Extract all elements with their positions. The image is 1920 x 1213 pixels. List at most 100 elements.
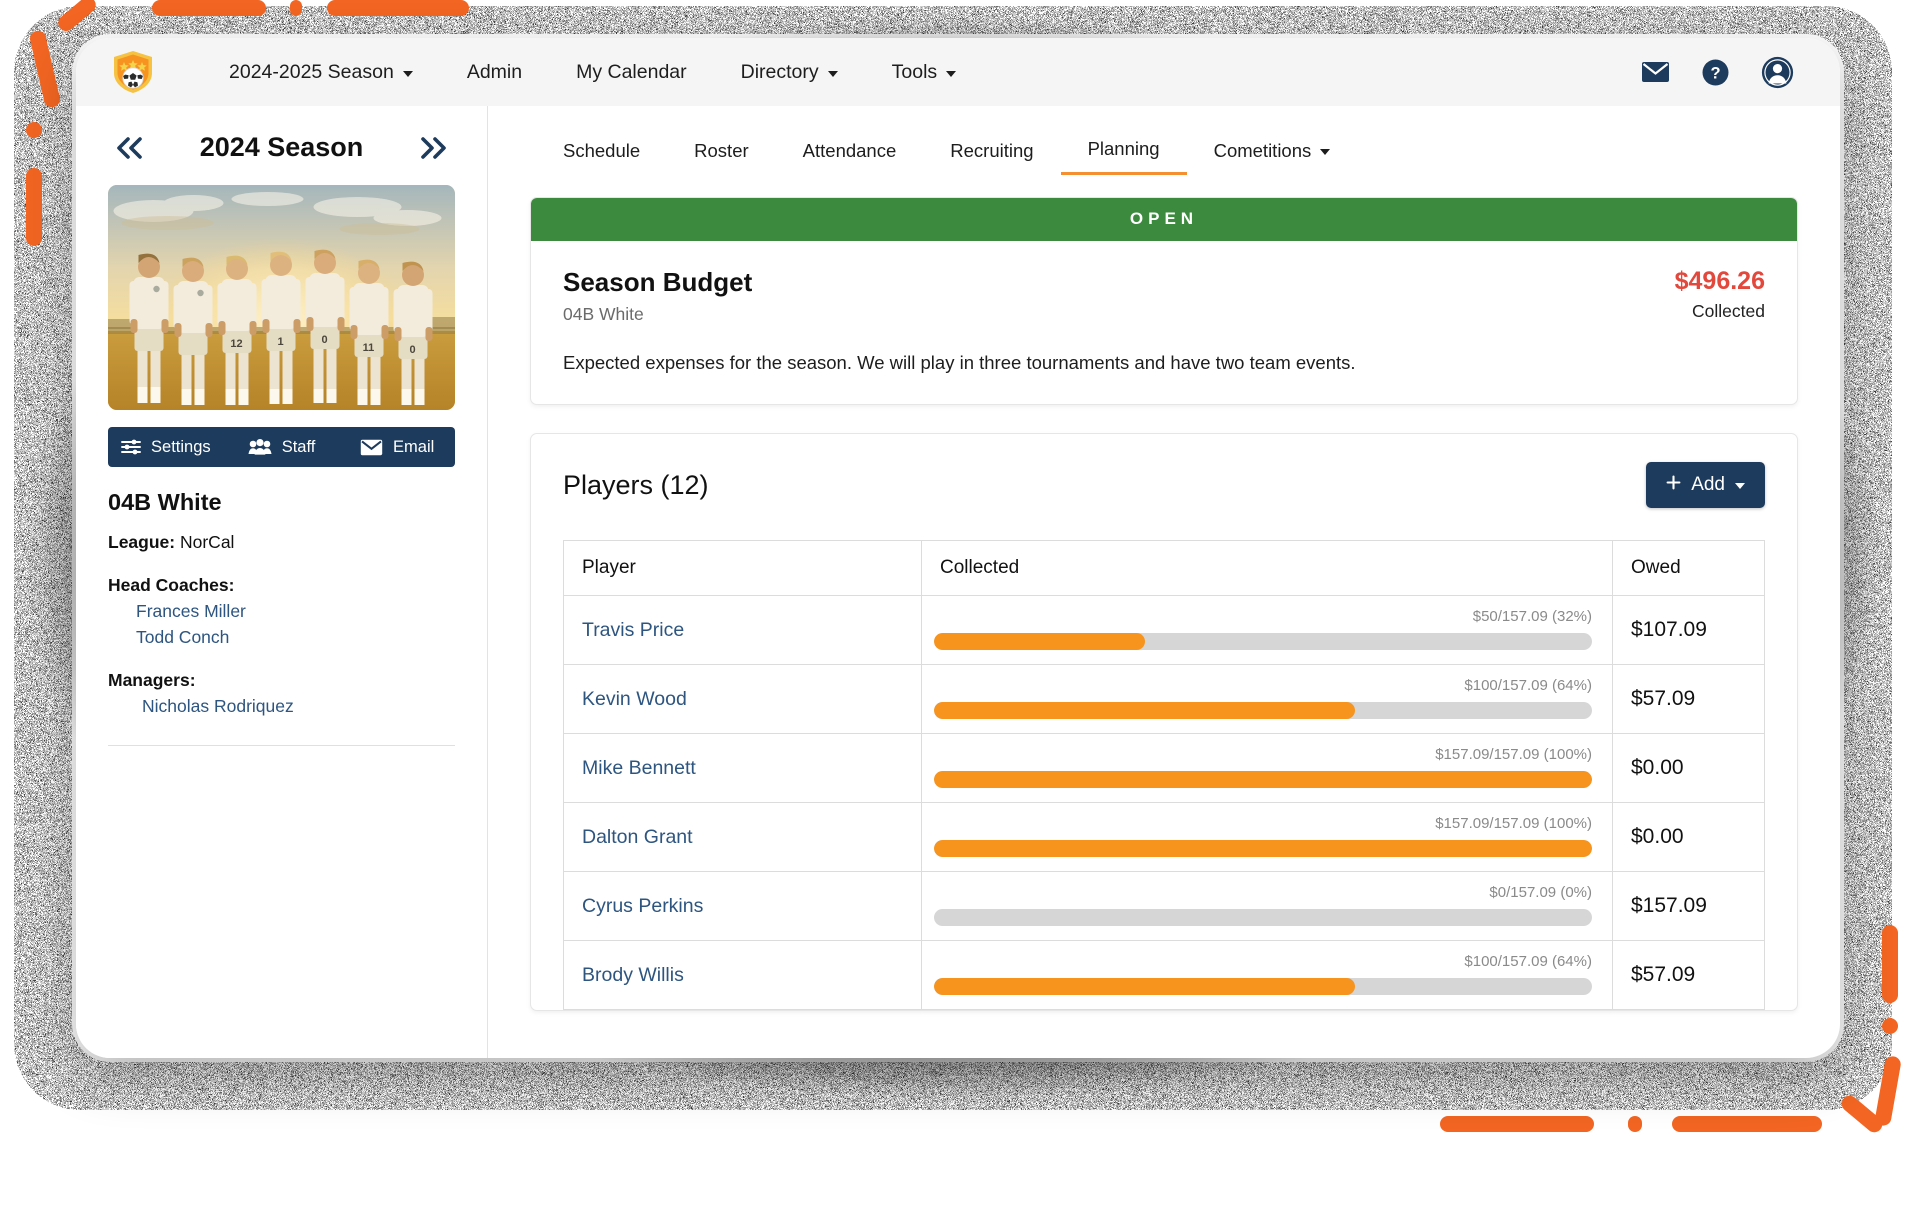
budget-amount-label: Collected [1692, 301, 1765, 321]
tab-planning[interactable]: Planning [1060, 128, 1187, 175]
progress-bar [934, 771, 1592, 788]
owed-amount: $0.00 [1631, 825, 1684, 848]
progress-label: $100/157.09 (64%) [1464, 953, 1592, 970]
plus-icon [1666, 474, 1681, 496]
cell-collected: $157.09/157.09 (100%) [921, 733, 1613, 803]
player-link[interactable]: Travis Price [582, 619, 684, 641]
progress-bar-fill [934, 771, 1592, 788]
cell-player: Mike Bennett [563, 733, 922, 803]
budget-subtitle: 04B White [563, 304, 644, 324]
chevron-down-icon [946, 70, 957, 77]
sidebar: 2024 Season 12 1 0 11 0 Settings Staff E… [76, 106, 488, 1058]
table-row: Kevin Wood $100/157.09 (64%) $57.09 [563, 664, 1765, 734]
progress-label: $50/157.09 (32%) [1472, 608, 1592, 625]
league-value: NorCal [179, 532, 235, 552]
nav-item-label: 2024-2025 Season [229, 60, 394, 83]
owed-amount: $0.00 [1631, 756, 1684, 779]
players-table: Player Collected Owed Travis Price $50/15… [563, 540, 1765, 1010]
cell-player: Brody Willis [563, 940, 922, 1010]
settings-button[interactable]: Settings [108, 427, 224, 467]
season-header: 2024 Season [108, 128, 455, 163]
tab-schedule[interactable]: Schedule [536, 130, 667, 174]
svg-text:?: ? [1710, 64, 1720, 82]
table-row: Dalton Grant $157.09/157.09 (100%) $0.00 [563, 802, 1765, 872]
progress-bar-fill [934, 840, 1592, 857]
cell-player: Kevin Wood [563, 664, 922, 734]
head-coach-link[interactable]: Todd Conch [136, 627, 455, 648]
cell-owed: $0.00 [1612, 733, 1765, 803]
decor-dash [290, 0, 302, 16]
nav-item-label: Directory [740, 60, 819, 83]
cell-player: Travis Price [563, 595, 922, 665]
owed-amount: $57.09 [1631, 687, 1696, 710]
tab-attendance[interactable]: Attendance [776, 130, 924, 174]
cell-collected: $0/157.09 (0%) [921, 871, 1613, 941]
decor-dash [327, 0, 469, 16]
sliders-icon [121, 438, 141, 456]
cell-owed: $0.00 [1612, 802, 1765, 872]
decor-dash [26, 122, 42, 138]
tab-label: Schedule [563, 139, 641, 161]
budget-right: $496.26 Collected [1675, 267, 1765, 322]
progress-bar [934, 633, 1592, 650]
chevron-down-icon [827, 70, 838, 77]
chevron-double-right-icon[interactable] [417, 135, 449, 161]
progress-label: $157.09/157.09 (100%) [1435, 746, 1592, 763]
soccer-shield-logo-icon[interactable] [110, 49, 156, 95]
tab-label: Planning [1087, 138, 1160, 159]
player-link[interactable]: Dalton Grant [582, 826, 693, 848]
mail-icon[interactable] [1641, 61, 1670, 83]
budget-body: Season Budget 04B White $496.26 Collecte… [531, 241, 1797, 404]
table-row: Travis Price $50/157.09 (32%) $107.09 [563, 595, 1765, 665]
player-link[interactable]: Mike Bennett [582, 757, 696, 779]
owed-amount: $57.09 [1631, 963, 1696, 986]
owed-amount: $107.09 [1631, 618, 1707, 641]
add-button-label: Add [1691, 474, 1725, 495]
budget-description: Expected expenses for the season. We wil… [563, 352, 1356, 373]
tab-roster[interactable]: Roster [667, 130, 776, 174]
tab-cometitions[interactable]: Cometitions [1187, 130, 1358, 174]
cell-collected: $157.09/157.09 (100%) [921, 802, 1613, 872]
decor-dash [152, 0, 266, 16]
email-button[interactable]: Email [339, 427, 455, 467]
player-link[interactable]: Cyrus Perkins [582, 895, 703, 917]
player-link[interactable]: Kevin Wood [582, 688, 687, 710]
manager-link[interactable]: Nicholas Rodriquez [142, 696, 455, 717]
nav-item-directory[interactable]: Directory [714, 53, 865, 92]
chevron-double-left-icon[interactable] [114, 135, 146, 161]
top-navigation-bar: 2024-2025 Season Admin My Calendar Direc… [76, 38, 1840, 106]
user-avatar-icon[interactable] [1761, 56, 1794, 89]
app-body: 2024 Season 12 1 0 11 0 Settings Staff E… [76, 106, 1840, 1058]
owed-amount: $157.09 [1631, 894, 1707, 917]
player-link[interactable]: Brody Willis [582, 964, 684, 986]
league-row: League: NorCal [108, 532, 455, 553]
help-icon[interactable]: ? [1702, 59, 1729, 86]
nav-item-label: Tools [891, 60, 938, 83]
column-header-player: Player [563, 540, 922, 596]
progress-label: $100/157.09 (64%) [1464, 677, 1592, 694]
tab-label: Roster [694, 139, 749, 161]
staff-button[interactable]: Staff [224, 427, 340, 467]
cell-collected: $100/157.09 (64%) [921, 940, 1613, 1010]
decor-dash [1628, 1116, 1642, 1132]
progress-bar-fill [934, 978, 1356, 995]
column-header-owed: Owed [1612, 540, 1765, 596]
progress-bar [934, 909, 1592, 926]
screenshot-stage: 2024-2025 Season Admin My Calendar Direc… [0, 0, 1920, 1213]
budget-left: Season Budget 04B White [563, 267, 752, 325]
nav-item-label: My Calendar [576, 60, 687, 83]
nav-item-tools[interactable]: Tools [865, 53, 984, 92]
head-coach-link[interactable]: Frances Miller [136, 601, 455, 622]
nav-item-my-calendar[interactable]: My Calendar [549, 53, 714, 92]
tab-label: Recruiting [950, 139, 1034, 161]
add-player-button[interactable]: Add [1646, 462, 1765, 508]
table-header-row: Player Collected Owed [563, 540, 1765, 596]
tab-recruiting[interactable]: Recruiting [923, 130, 1060, 174]
nav-item-season[interactable]: 2024-2025 Season [202, 53, 440, 92]
table-row: Mike Bennett $157.09/157.09 (100%) $0.00 [563, 733, 1765, 803]
cell-owed: $57.09 [1612, 940, 1765, 1010]
nav-item-admin[interactable]: Admin [440, 53, 549, 92]
chevron-down-icon [402, 70, 413, 77]
decor-dash [26, 168, 42, 246]
staff-label: Staff [281, 437, 316, 456]
